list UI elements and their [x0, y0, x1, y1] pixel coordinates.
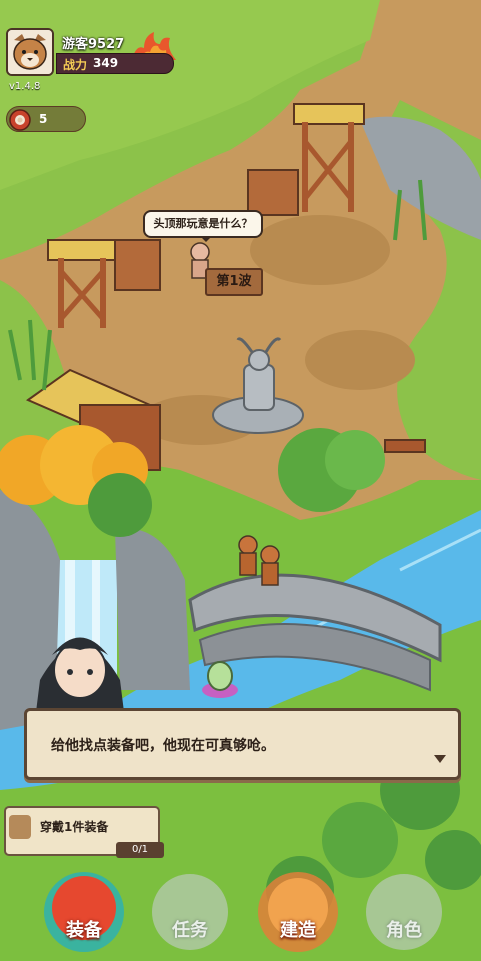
nav-task-button[interactable]: 任务 [146, 870, 234, 954]
dialog-continue-arrow-icon[interactable] [434, 755, 446, 769]
nav-build-button[interactable]: 建造 [254, 870, 342, 954]
nav-equip-button[interactable]: 装备 [40, 870, 128, 954]
quest-progress: 0/1 [116, 842, 164, 858]
meat-icon [9, 109, 31, 131]
nav-task-label: 任务 [172, 920, 208, 941]
nav-build-label: 建造 [280, 920, 316, 941]
npc-speech-bubble: 头顶那玩意是什么？ [143, 210, 263, 242]
dialog-text: 给他找点装备吧，他现在可真够呛。 [51, 738, 275, 754]
nav-role-label: 角色 [386, 920, 422, 941]
quest-card[interactable]: 穿戴1件装备 0/1 [4, 806, 164, 858]
wave-sign[interactable]: 第1波 [205, 268, 263, 296]
story-dialog[interactable]: 给他找点装备吧，他现在可真够呛。 [24, 708, 461, 780]
nav-role-button[interactable]: 角色 [360, 870, 448, 954]
version-label: v1.4.8 [9, 81, 41, 92]
meat-resource-pill[interactable]: 5 [6, 106, 86, 132]
player-avatar[interactable] [6, 28, 54, 76]
player-name: 游客9527 [62, 37, 125, 52]
power-label: 战力 [63, 58, 88, 72]
nav-equip-label: 装备 [66, 920, 102, 941]
quest-text: 穿戴1件装备 [40, 820, 109, 834]
tiger-avatar-icon [8, 30, 52, 74]
meat-count: 5 [39, 112, 48, 126]
power-value: 349 [93, 56, 119, 70]
combat-power-bar: 战力 349 [56, 53, 174, 74]
quest-character-icon [9, 815, 31, 839]
